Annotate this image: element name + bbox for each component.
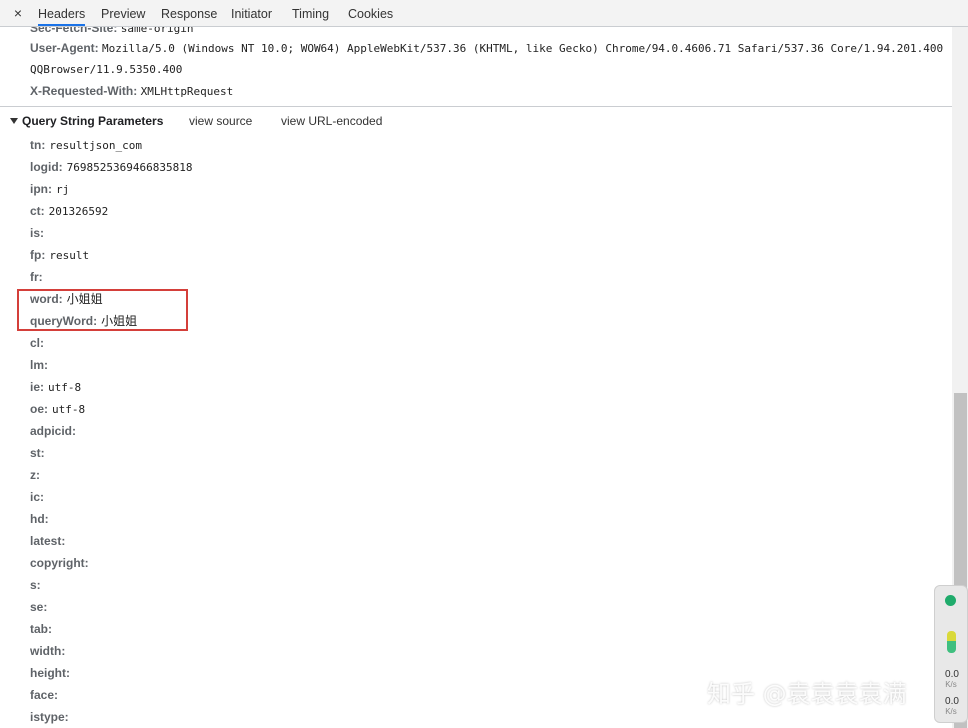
collapse-triangle-icon[interactable]	[10, 118, 18, 124]
param-key: hd:	[30, 512, 49, 526]
param-row: ie: utf-8	[30, 379, 81, 395]
devtools-network-panel: × Headers Preview Response Initiator Tim…	[0, 0, 968, 728]
param-key: width:	[30, 644, 66, 658]
param-value: utf-8	[48, 381, 82, 394]
param-row: st:	[30, 445, 49, 461]
param-row: adpicid:	[30, 423, 80, 439]
highlight-box	[17, 289, 188, 331]
param-key: ct:	[30, 204, 45, 218]
tab-cookies[interactable]: Cookies	[348, 0, 393, 26]
query-section-header[interactable]: Query String Parameters	[10, 113, 163, 129]
param-key: adpicid:	[30, 424, 77, 438]
tab-bar: × Headers Preview Response Initiator Tim…	[0, 0, 968, 27]
param-key: ipn:	[30, 182, 52, 196]
param-row: tab:	[30, 621, 56, 637]
param-key: istype:	[30, 710, 69, 724]
param-value: result	[49, 249, 90, 262]
header-row: User-Agent: Mozilla/5.0 (Windows NT 10.0…	[30, 40, 943, 57]
param-row: z:	[30, 467, 44, 483]
param-row: istype:	[30, 709, 73, 725]
header-name: X-Requested-With:	[30, 84, 138, 98]
param-key: se:	[30, 600, 48, 614]
param-row: width:	[30, 643, 69, 659]
param-key: z:	[30, 468, 40, 482]
header-name: User-Agent:	[30, 41, 99, 55]
param-row: ic:	[30, 489, 48, 505]
param-row: lm:	[30, 357, 52, 373]
header-value: Mozilla/5.0 (Windows NT 10.0; WOW64) App…	[102, 42, 944, 55]
param-key: face:	[30, 688, 59, 702]
param-row: hd:	[30, 511, 53, 527]
tab-headers[interactable]: Headers	[38, 0, 86, 26]
param-value: rj	[56, 183, 70, 196]
upload-speed-unit: K/s	[945, 680, 957, 689]
param-row: se:	[30, 599, 51, 615]
param-key: logid:	[30, 160, 63, 174]
param-row: cl:	[30, 335, 48, 351]
download-speed: 0.0	[945, 696, 959, 707]
param-key: copyright:	[30, 556, 89, 570]
param-value: resultjson_com	[49, 139, 143, 152]
param-key: fp:	[30, 248, 46, 262]
view-source-link[interactable]: view source	[189, 113, 252, 129]
param-key: tab:	[30, 622, 52, 636]
param-row: fr:	[30, 269, 47, 285]
param-key: latest:	[30, 534, 66, 548]
param-row: ct: 201326592	[30, 203, 108, 219]
header-row: X-Requested-With: XMLHttpRequest	[30, 83, 233, 100]
tab-timing[interactable]: Timing	[292, 0, 329, 26]
param-key: st:	[30, 446, 45, 460]
param-value: 7698525369466835818	[66, 161, 193, 174]
header-row-continuation: QQBrowser/11.9.5350.400	[30, 61, 182, 78]
param-key: s:	[30, 578, 41, 592]
param-value: 201326592	[48, 205, 109, 218]
param-key: height:	[30, 666, 70, 680]
param-row: tn: resultjson_com	[30, 137, 142, 153]
param-key: tn:	[30, 138, 46, 152]
section-title: Query String Parameters	[22, 114, 164, 128]
param-key: ie:	[30, 380, 45, 394]
param-row: is:	[30, 225, 48, 241]
view-url-encoded-link[interactable]: view URL-encoded	[281, 113, 382, 129]
param-row: ipn: rj	[30, 181, 69, 197]
param-row: s:	[30, 577, 45, 593]
tab-preview[interactable]: Preview	[101, 0, 145, 26]
usage-bar-icon	[947, 631, 956, 653]
param-key: lm:	[30, 358, 48, 372]
headers-content: Sec-Fetch-Site: same-origin User-Agent: …	[0, 27, 952, 728]
header-value: XMLHttpRequest	[140, 85, 234, 98]
param-key: is:	[30, 226, 45, 240]
watermark: 知乎 @袁袁袁袁满	[707, 680, 907, 708]
param-row: fp: result	[30, 247, 89, 263]
download-speed-unit: K/s	[945, 707, 957, 716]
param-row: copyright:	[30, 555, 93, 571]
network-speed-widget[interactable]: 0.0 K/s 0.0 K/s	[934, 585, 968, 723]
param-row: logid: 7698525369466835818	[30, 159, 193, 175]
param-key: cl:	[30, 336, 45, 350]
upload-speed: 0.0	[945, 669, 959, 680]
param-row: oe: utf-8	[30, 401, 85, 417]
param-key: fr:	[30, 270, 43, 284]
param-row: face:	[30, 687, 62, 703]
param-key: oe:	[30, 402, 48, 416]
close-icon[interactable]: ×	[10, 4, 26, 22]
tab-response[interactable]: Response	[161, 0, 217, 26]
header-name: Sec-Fetch-Site:	[30, 27, 118, 35]
header-row: Sec-Fetch-Site: same-origin	[30, 27, 194, 37]
param-key: ic:	[30, 490, 45, 504]
header-value: same-origin	[120, 27, 194, 35]
header-value: QQBrowser/11.9.5350.400	[30, 63, 183, 76]
section-divider	[0, 106, 952, 107]
status-dot-icon	[945, 595, 956, 606]
param-row: height:	[30, 665, 74, 681]
param-value: utf-8	[52, 403, 86, 416]
param-row: latest:	[30, 533, 69, 549]
tab-initiator[interactable]: Initiator	[231, 0, 272, 26]
